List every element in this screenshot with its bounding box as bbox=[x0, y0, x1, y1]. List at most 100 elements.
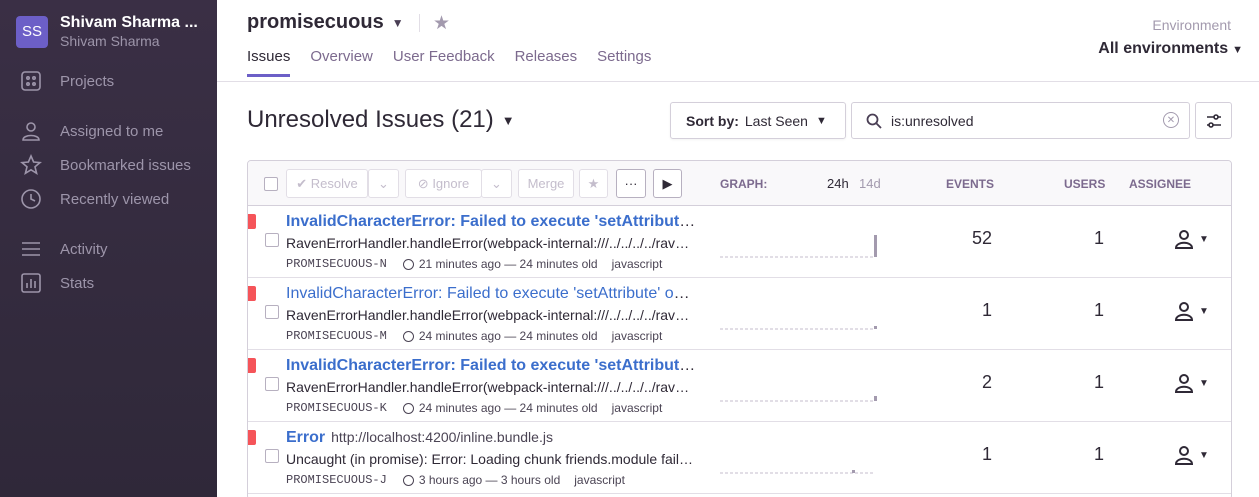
issue-checkbox[interactable] bbox=[265, 305, 279, 319]
chevron-down-icon: ▼ bbox=[501, 112, 515, 128]
sidebar-item-assigned[interactable]: Assigned to me bbox=[20, 120, 163, 142]
error-level-indicator bbox=[248, 430, 256, 445]
issue-platform: javascript bbox=[611, 257, 663, 271]
sort-value: Last Seen bbox=[744, 112, 808, 129]
realtime-play-button[interactable]: ▶ bbox=[653, 169, 682, 198]
event-sparkline bbox=[720, 370, 880, 402]
ignore-button[interactable]: ⊘ Ignore bbox=[405, 169, 482, 198]
tab-issues[interactable]: Issues bbox=[247, 48, 291, 77]
assignee-selector[interactable]: ▼ bbox=[1173, 300, 1209, 322]
issue-location: http://localhost:4200/inline.bundle.js bbox=[331, 429, 553, 445]
issue-short-id: PROMISECUOUS-J bbox=[286, 473, 387, 487]
project-tabs: Issues Overview User Feedback Releases S… bbox=[247, 48, 671, 77]
issue-meta: PROMISECUOUS-M 24 minutes ago — 24 minut… bbox=[286, 329, 662, 343]
chevron-down-icon: ▼ bbox=[1199, 233, 1209, 245]
tab-settings[interactable]: Settings bbox=[597, 48, 651, 77]
tab-releases[interactable]: Releases bbox=[515, 48, 578, 77]
event-sparkline bbox=[720, 298, 880, 330]
issue-title-text[interactable]: InvalidCharacterError: Failed to execute… bbox=[286, 357, 696, 374]
issue-checkbox[interactable] bbox=[265, 449, 279, 463]
issue-title-text[interactable]: InvalidCharacterError: Failed to execute… bbox=[286, 213, 696, 230]
event-sparkline bbox=[720, 442, 880, 474]
star-icon bbox=[20, 154, 42, 176]
resolve-label: Resolve bbox=[310, 176, 358, 191]
user-icon bbox=[1174, 446, 1194, 465]
merge-button[interactable]: Merge bbox=[518, 169, 574, 198]
issue-message: Uncaught (in promise): Error: Loading ch… bbox=[286, 451, 696, 467]
issue-title[interactable]: InvalidCharacterError: Failed to execute… bbox=[286, 285, 696, 303]
events-column-header: EVENTS bbox=[946, 177, 995, 191]
issue-title-text[interactable]: Error bbox=[286, 429, 325, 446]
issue-short-id: PROMISECUOUS-K bbox=[286, 401, 387, 415]
chevron-down-icon: ▼ bbox=[391, 15, 404, 30]
activity-icon bbox=[22, 242, 40, 256]
sidebar-item-label: Assigned to me bbox=[60, 122, 164, 140]
sidebar-item-stats[interactable]: Stats bbox=[20, 272, 94, 294]
user-count: 1 bbox=[1093, 372, 1104, 392]
select-all-checkbox[interactable] bbox=[264, 177, 278, 191]
environment-selector[interactable]: All environments ▼ bbox=[1098, 40, 1243, 58]
issue-time: 24 minutes ago — 24 minutes old bbox=[418, 329, 598, 343]
ignore-dropdown[interactable]: ⌄ bbox=[481, 169, 512, 198]
assignee-selector[interactable]: ▼ bbox=[1173, 444, 1209, 466]
org-avatar: SS bbox=[16, 15, 48, 48]
sidebar-item-label: Recently viewed bbox=[60, 190, 170, 208]
resolve-button[interactable]: ✔ Resolve bbox=[286, 169, 368, 198]
tab-overview[interactable]: Overview bbox=[310, 48, 373, 77]
issues-title[interactable]: Unresolved Issues (21) ▼ bbox=[247, 106, 515, 134]
issue-message: RavenErrorHandler.handleError(webpack-in… bbox=[286, 379, 696, 395]
sidebar: SS Shivam Sharma ... Shivam Sharma Proje… bbox=[0, 0, 217, 497]
sort-dropdown[interactable]: Sort by: Last Seen ▼ bbox=[670, 102, 846, 139]
issue-short-id: PROMISECUOUS-N bbox=[286, 257, 387, 271]
bookmark-star-icon[interactable]: ★ bbox=[433, 12, 450, 35]
sidebar-item-projects[interactable]: Projects bbox=[20, 70, 114, 92]
issue-platform: javascript bbox=[611, 329, 663, 343]
error-level-indicator bbox=[248, 286, 256, 301]
issue-message: RavenErrorHandler.handleError(webpack-in… bbox=[286, 235, 696, 251]
filter-settings-button[interactable] bbox=[1195, 102, 1232, 139]
tab-user-feedback[interactable]: User Feedback bbox=[393, 48, 495, 77]
error-level-indicator bbox=[248, 358, 256, 373]
resolve-dropdown[interactable]: ⌄ bbox=[368, 169, 399, 198]
issue-time: 3 hours ago — 3 hours old bbox=[418, 473, 561, 487]
more-actions-button[interactable]: ··· bbox=[616, 169, 646, 198]
graph-column-header: GRAPH: bbox=[720, 177, 768, 191]
issue-row[interactable]: InvalidCharacterError: Failed to execute… bbox=[248, 206, 1231, 278]
sidebar-item-label: Projects bbox=[60, 72, 115, 90]
issue-checkbox[interactable] bbox=[265, 233, 279, 247]
chevron-down-icon: ▼ bbox=[1199, 377, 1209, 389]
issue-row[interactable]: Error http://localhost:4200/inline.bundle… bbox=[248, 422, 1231, 494]
graph-14d-toggle[interactable]: 14d bbox=[859, 176, 881, 191]
assignee-selector[interactable]: ▼ bbox=[1173, 228, 1209, 250]
issue-title-text[interactable]: InvalidCharacterError: Failed to execute… bbox=[286, 285, 696, 302]
bookmark-button[interactable]: ★ bbox=[579, 169, 608, 198]
sliders-icon bbox=[1206, 113, 1221, 128]
divider bbox=[419, 14, 420, 32]
chevron-down-icon: ▼ bbox=[815, 114, 827, 127]
issue-row[interactable]: InvalidCharacterError: Failed to execute… bbox=[248, 350, 1231, 422]
issue-row[interactable]: InvalidCharacterError: Failed to execute… bbox=[248, 278, 1231, 350]
sidebar-item-bookmarked[interactable]: Bookmarked issues bbox=[20, 154, 191, 176]
issue-time: 21 minutes ago — 24 minutes old bbox=[418, 257, 598, 271]
issue-meta: PROMISECUOUS-J 3 hours ago — 3 hours old… bbox=[286, 473, 625, 487]
issue-title[interactable]: Error http://localhost:4200/inline.bundle… bbox=[286, 429, 696, 447]
user-count: 1 bbox=[1093, 444, 1104, 464]
project-selector[interactable]: promisecuous ▼ bbox=[247, 11, 404, 34]
issue-title[interactable]: InvalidCharacterError: Failed to execute… bbox=[286, 357, 696, 375]
org-switcher[interactable]: SS Shivam Sharma ... Shivam Sharma bbox=[16, 14, 205, 49]
clear-search-icon[interactable]: ✕ bbox=[1163, 112, 1179, 128]
graph-24h-toggle[interactable]: 24h bbox=[827, 176, 849, 191]
clock-icon bbox=[402, 258, 414, 270]
sidebar-item-activity[interactable]: Activity bbox=[20, 238, 108, 260]
assignee-selector[interactable]: ▼ bbox=[1173, 372, 1209, 394]
clock-icon bbox=[21, 189, 41, 209]
sidebar-item-label: Bookmarked issues bbox=[60, 156, 191, 174]
issue-message: RavenErrorHandler.handleError(webpack-in… bbox=[286, 307, 696, 323]
issue-checkbox[interactable] bbox=[265, 377, 279, 391]
user-icon bbox=[1174, 302, 1194, 321]
sidebar-item-label: Stats bbox=[60, 274, 95, 292]
search-icon bbox=[866, 113, 882, 129]
issue-title[interactable]: InvalidCharacterError: Failed to execute… bbox=[286, 213, 696, 231]
sidebar-item-recent[interactable]: Recently viewed bbox=[20, 188, 169, 210]
search-input[interactable]: is:unresolved ✕ bbox=[851, 102, 1190, 139]
